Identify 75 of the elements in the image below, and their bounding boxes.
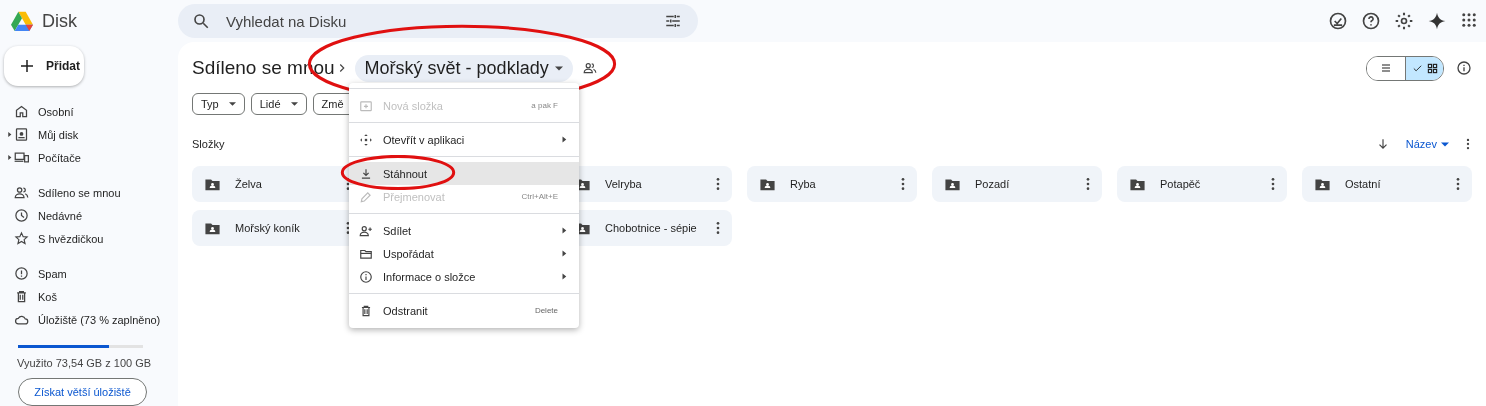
computer-icon (14, 150, 29, 165)
trash-icon (359, 303, 373, 318)
menu-item[interactable]: Odstranit Delete (349, 299, 579, 322)
search-bar[interactable]: Vyhledat na Disku (178, 4, 698, 38)
caret-icon (228, 102, 236, 106)
folder-card[interactable]: Potapěč (1117, 166, 1287, 202)
caret-icon (554, 65, 563, 71)
sidebar-item[interactable]: Úložiště (73 % zaplněno) (38, 313, 161, 326)
sort-button[interactable]: Název (1405, 138, 1449, 150)
apps-grid-icon[interactable] (1460, 11, 1478, 29)
pencil-icon (359, 189, 373, 204)
clock-icon (14, 208, 29, 223)
section-title: Složky (192, 138, 225, 150)
sparkle-icon[interactable] (1427, 11, 1447, 31)
folder-name: Mořský koník (235, 222, 301, 234)
add-person-icon (359, 223, 373, 238)
caret-icon (290, 102, 298, 106)
new-folder-icon (359, 98, 373, 113)
folder-name: Ostatní (1345, 178, 1382, 190)
plus-icon (18, 57, 36, 75)
info-icon[interactable] (1456, 60, 1472, 76)
expand-caret-icon[interactable] (6, 130, 12, 139)
folder-card[interactable]: Ostatní (1302, 166, 1472, 202)
sidebar-item[interactable]: Můj disk (38, 128, 79, 141)
check-circle-icon[interactable] (1328, 11, 1348, 31)
list-icon (1380, 62, 1392, 74)
new-button[interactable]: Přidat (4, 46, 84, 86)
storage-usage: Využito 73,54 GB z 100 GB (17, 357, 153, 369)
folder-name: Chobotnice - sépie (605, 222, 698, 234)
search-field[interactable]: Vyhledat na Disku (224, 11, 650, 31)
move-arrows-icon (359, 132, 373, 147)
folder-name: Velryba (605, 178, 643, 190)
submenu-arrow-icon (561, 135, 567, 144)
submenu-arrow-icon (561, 226, 567, 235)
grid-view-button[interactable] (1405, 56, 1443, 80)
filter-sliders-icon[interactable] (664, 12, 682, 30)
search-icon (192, 12, 210, 30)
app-name: Disk (42, 10, 77, 32)
menu-item[interactable]: Otevřít v aplikaci (349, 128, 579, 151)
submenu-arrow-icon (561, 272, 567, 281)
grid-icon (1426, 62, 1438, 74)
check-icon (1411, 62, 1423, 74)
sidebar-item[interactable]: Sdíleno se mnou (38, 186, 121, 199)
sidebar-item[interactable]: Koš (38, 290, 57, 303)
shared-people-icon (582, 61, 597, 75)
download-icon (359, 166, 373, 181)
people-icon (14, 185, 29, 200)
caret-icon (1441, 141, 1449, 147)
sidebar-item[interactable]: Spam (38, 267, 67, 280)
sidebar-item[interactable]: Nedávné (38, 209, 83, 222)
submenu-arrow-icon (561, 249, 567, 258)
folder-card[interactable]: Pozadí (932, 166, 1102, 202)
trash-icon (14, 289, 29, 304)
folder-card[interactable]: Ryba (747, 166, 917, 202)
filter-chip[interactable]: Typ (192, 93, 245, 115)
folder-name: Ryba (790, 178, 817, 190)
get-storage-button[interactable]: Získat větší úložiště (18, 378, 147, 406)
home-icon (14, 104, 29, 119)
help-icon[interactable] (1361, 11, 1381, 31)
expand-caret-icon[interactable] (6, 153, 12, 162)
star-icon (14, 231, 29, 246)
drive-icon (14, 127, 29, 142)
sidebar-item[interactable]: S hvězdičkou (38, 232, 104, 245)
menu-item[interactable]: Stáhnout (349, 162, 579, 185)
drive-logo-icon (10, 10, 34, 32)
sidebar-item[interactable]: Počítače (38, 151, 81, 164)
warning-icon (14, 266, 29, 281)
folder-name: Potapěč (1160, 178, 1202, 190)
folder-title-dropdown[interactable]: Mořský svět - podklady (354, 54, 573, 82)
menu-item[interactable]: Informace o složce (349, 265, 579, 288)
folder-name: Pozadí (975, 178, 1011, 190)
info-icon (359, 269, 373, 284)
filter-chip[interactable]: Lidé (250, 93, 307, 115)
sidebar-item[interactable]: Osobní (38, 105, 74, 118)
folder-name: Želva (235, 178, 263, 190)
